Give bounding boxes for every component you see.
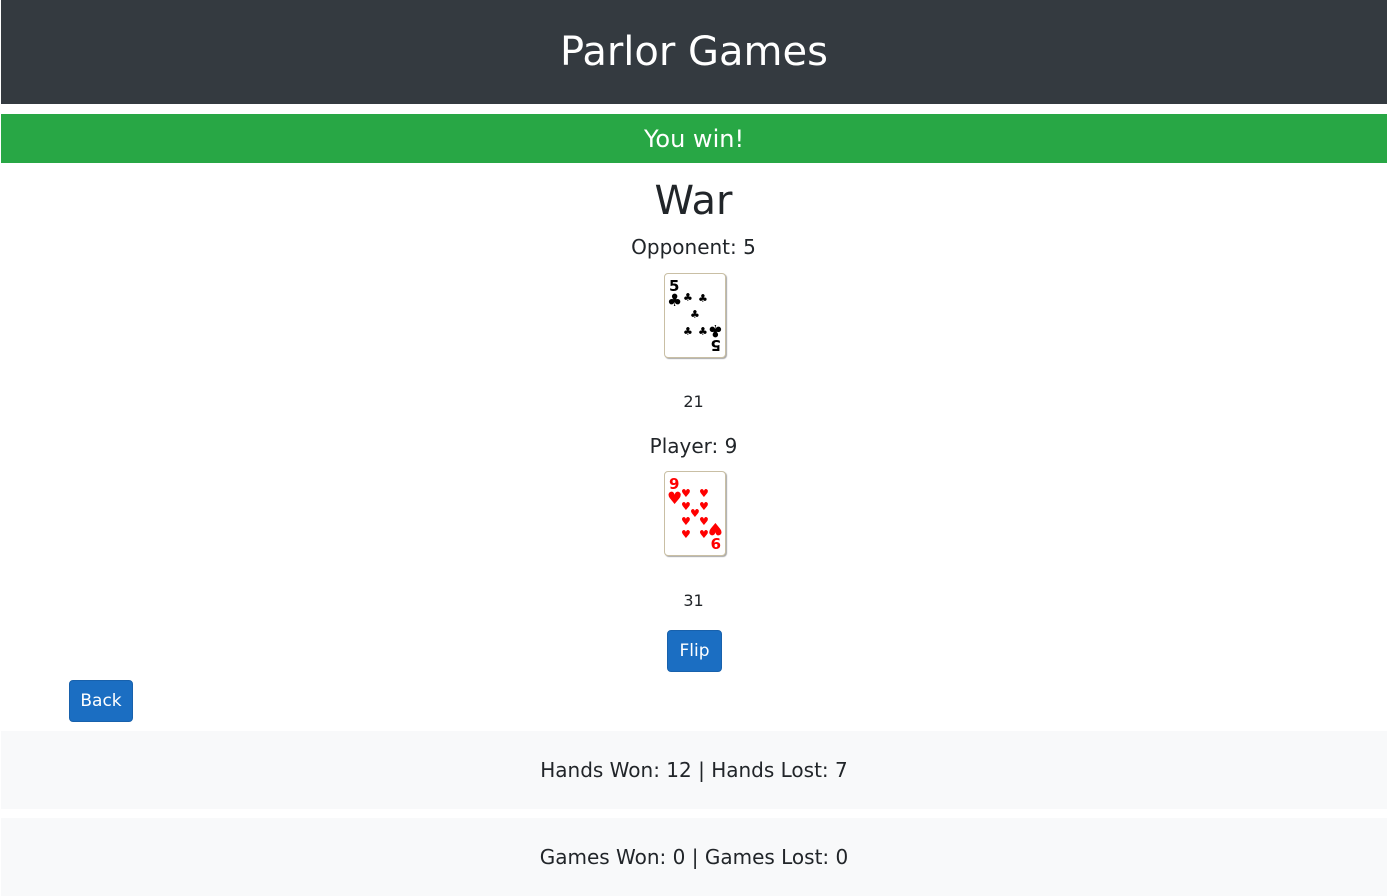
club-icon: ♣ xyxy=(698,292,708,305)
flip-button[interactable]: Flip xyxy=(667,630,722,672)
site-title: Parlor Games xyxy=(560,29,828,75)
game-title: War xyxy=(654,178,733,224)
player-card-9-hearts: 9 ♥ ♥ ♥ ♥ ♥ ♥ ♥ ♥ ♥ ♥ 9 ♥ xyxy=(664,471,726,556)
heart-icon: ♥ xyxy=(699,515,709,528)
opponent-deck-count: 21 xyxy=(683,392,704,411)
heart-icon: ♥ xyxy=(681,528,691,541)
opponent-label: Opponent: 5 xyxy=(631,235,756,259)
player-label: Player: 9 xyxy=(649,434,738,458)
heart-icon: ♥ xyxy=(681,515,691,528)
heart-icon: ♥ xyxy=(699,487,709,500)
heart-icon: ♥ xyxy=(699,528,709,541)
opponent-card-5-clubs: 5 ♣ ♣ ♣ ♣ ♣ ♣ 5 ♣ xyxy=(664,273,726,358)
heart-icon: ♥ xyxy=(681,487,691,500)
back-button[interactable]: Back xyxy=(69,680,133,722)
heart-icon: ♥ xyxy=(667,489,682,509)
club-icon: ♣ xyxy=(698,325,708,338)
player-deck-count: 31 xyxy=(683,591,704,610)
games-stats: Games Won: 0 | Games Lost: 0 xyxy=(1,818,1387,896)
club-icon: ♣ xyxy=(683,291,693,304)
win-alert: You win! xyxy=(1,114,1387,163)
club-icon: ♣ xyxy=(708,320,723,340)
heart-icon: ♥ xyxy=(708,518,723,538)
club-icon: ♣ xyxy=(690,308,700,321)
heart-icon: ♥ xyxy=(699,500,709,513)
site-header: Parlor Games xyxy=(1,0,1387,104)
club-icon: ♣ xyxy=(667,291,682,311)
hands-stats: Hands Won: 12 | Hands Lost: 7 xyxy=(1,731,1387,809)
club-icon: ♣ xyxy=(683,325,693,338)
